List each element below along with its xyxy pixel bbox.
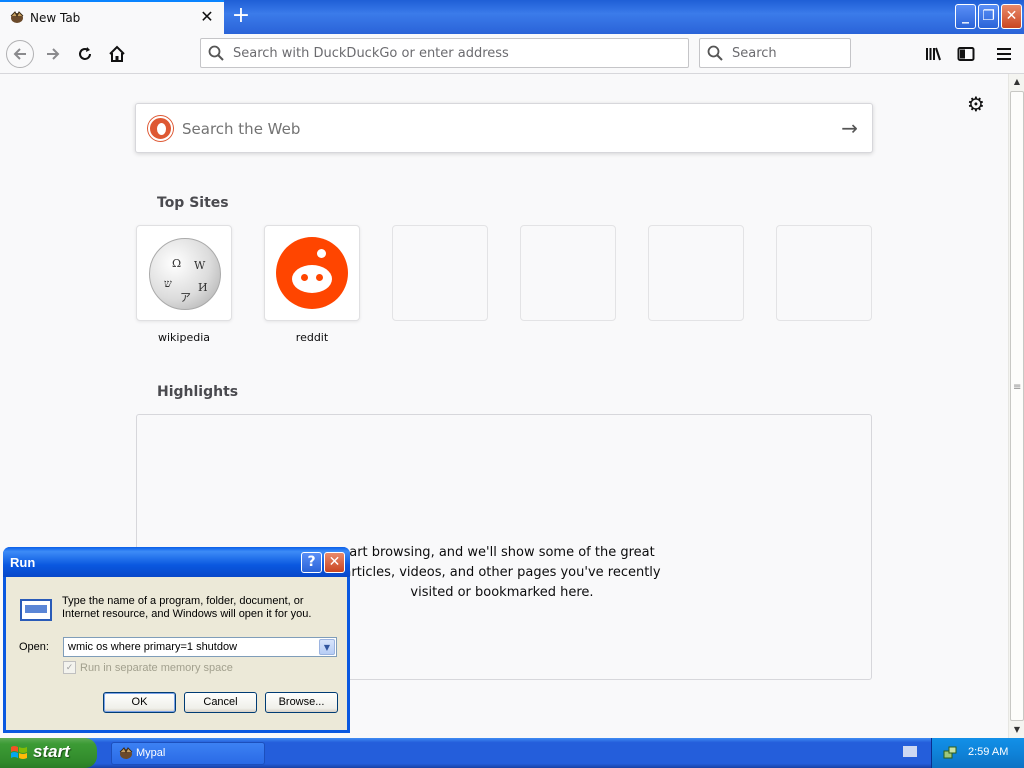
cancel-button[interactable]: Cancel [184,692,257,713]
run-description: Type the name of a program, folder, docu… [62,595,312,620]
reload-icon [79,47,91,60]
run-close-button[interactable]: ✕ [324,552,345,573]
tab-new-tab[interactable]: New Tab ✕ [0,0,224,34]
top-site-tile-reddit[interactable] [264,225,360,321]
menu-button[interactable] [990,40,1018,68]
taskbar-item-label: Mypal [136,747,166,759]
tab-close-icon[interactable]: ✕ [198,7,216,27]
run-dialog: Run ? ✕ Type the name of a program, fold… [3,547,350,733]
windows-flag-icon [11,746,27,759]
top-sites-heading: Top Sites [157,195,229,211]
address-placeholder: Search with DuckDuckGo or enter address [233,46,509,61]
run-dialog-titlebar[interactable]: Run ? ✕ [3,547,350,577]
search-icon [208,45,224,61]
mypal-favicon-icon [10,11,24,23]
search-submit-arrow-icon[interactable]: → [841,116,858,140]
taskbar: start Mypal 2:59 AM [0,738,1024,768]
taskbar-item-mypal[interactable]: Mypal [111,742,265,765]
forward-button[interactable] [39,40,67,68]
home-icon [109,45,125,62]
open-command-input[interactable]: wmic os where primary=1 shutdow ▼ [63,637,337,657]
top-site-label: reddit [295,331,329,344]
ok-button[interactable]: OK [103,692,176,713]
system-tray: 2:59 AM [931,738,1024,768]
highlights-empty-message: art browsing, and we'll show some of the… [343,545,661,600]
forward-arrow-icon [47,48,60,60]
reload-button[interactable] [71,40,99,68]
minimize-button[interactable]: _ [955,4,976,29]
browser-tab-strip: New Tab ✕ + _ ❐ ✕ [0,0,1024,34]
network-icon[interactable] [942,745,958,761]
scroll-down-arrow-icon[interactable]: ▼ [1009,722,1024,738]
library-button[interactable] [920,40,948,68]
library-icon [926,47,941,61]
start-label: start [33,742,70,761]
web-search-placeholder: Search the Web [182,120,301,138]
window-close-button[interactable]: ✕ [1001,4,1022,29]
address-bar[interactable]: Search with DuckDuckGo or enter address [200,38,689,68]
help-button[interactable]: ? [301,552,322,573]
open-command-value: wmic os where primary=1 shutdow [68,641,238,653]
top-site-tile-empty [776,225,872,321]
page-scrollbar[interactable]: ▲ ▼ [1008,74,1024,738]
reddit-logo-icon [276,237,348,309]
highlights-heading: Highlights [157,384,239,400]
separate-memory-checkbox: ✓ [63,661,76,674]
web-search-box[interactable]: Search the Web → [135,103,873,153]
open-label: Open: [19,641,49,653]
restore-button[interactable]: ❐ [978,4,999,29]
sidebar-icon [957,47,975,61]
new-tab-button[interactable]: + [229,3,253,29]
scrollbar-thumb[interactable] [1010,91,1024,721]
home-button[interactable] [103,40,131,68]
top-site-tile-wikipedia[interactable]: Ω W ש И ア [136,225,232,321]
back-arrow-icon [13,48,26,60]
top-site-tile-empty [392,225,488,321]
clock: 2:59 AM [968,746,1009,758]
top-site-tile-empty [648,225,744,321]
run-dialog-title: Run [10,555,36,570]
run-program-icon [20,599,52,621]
hamburger-menu-icon [997,48,1011,60]
separate-memory-label: Run in separate memory space [80,662,233,674]
sidebar-toggle-button[interactable] [952,40,980,68]
gear-icon[interactable]: ⚙ [964,92,988,116]
search-bar[interactable]: Search [699,38,851,68]
wikipedia-logo-icon: Ω W ש И ア [149,238,221,310]
start-button[interactable]: start [0,738,97,768]
mypal-icon [119,747,133,759]
browse-button[interactable]: Browse... [265,692,338,713]
chevron-down-icon[interactable]: ▼ [319,639,335,655]
duckduckgo-logo-icon [148,116,173,141]
back-button[interactable] [6,40,34,68]
tab-title: New Tab [30,11,81,25]
keyboard-icon[interactable] [903,746,917,757]
top-site-tile-empty [520,225,616,321]
scroll-up-arrow-icon[interactable]: ▲ [1009,74,1024,90]
top-site-label: wikipedia [157,331,210,344]
navigation-toolbar: Search with DuckDuckGo or enter address … [0,34,1024,74]
search-icon [707,45,723,61]
search-placeholder: Search [732,46,777,61]
